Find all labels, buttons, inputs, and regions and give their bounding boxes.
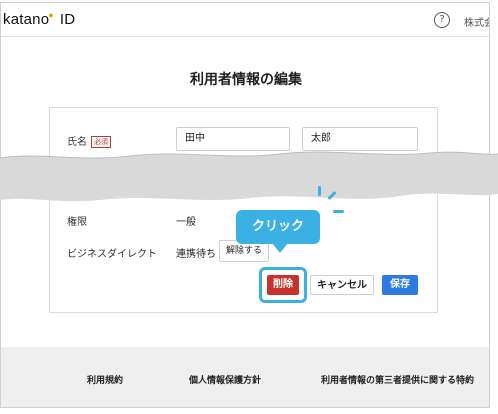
delete-button[interactable]: 削除 [267,275,299,295]
katano-id-logo[interactable]: katano● ID [3,10,75,28]
logo-accent-dot: ● [48,10,54,20]
permission-value: 一般 [176,217,196,228]
footer-third-party-link[interactable]: 利用者情報の第三者提供に関する特約 [321,373,474,386]
logo-suffix: ID [59,11,76,28]
torn-paper-overlay [0,151,498,202]
help-icon[interactable]: ? [434,12,450,28]
footer-privacy-link[interactable]: 個人情報保護方針 [189,373,261,386]
click-callout: クリック [236,210,320,244]
business-direct-label: ビジネスダイレクト [67,249,157,260]
top-header: katano● ID ? 株式会 [1,3,489,37]
click-spark-mark [333,210,344,213]
business-direct-status: 連携待ち [176,249,216,260]
footer-terms-link[interactable]: 利用規約 [87,373,123,386]
name-label-row: 氏名 必須 [67,133,111,148]
required-badge: 必須 [91,136,111,148]
permission-label: 権限 [67,217,87,228]
name-label: 氏名 [67,137,87,148]
save-button[interactable]: 保存 [382,275,418,295]
cancel-button[interactable]: キャンセル [310,275,374,295]
logo-text: katano [3,11,50,28]
footer: 利用規約 個人情報保護方針 利用者情報の第三者提供に関する特約 [1,347,489,407]
click-callout-pointer [272,243,288,253]
click-spark-mark [318,186,321,196]
page-title: 利用者情報の編集 [190,72,302,88]
company-name[interactable]: 株式会 [464,14,489,29]
